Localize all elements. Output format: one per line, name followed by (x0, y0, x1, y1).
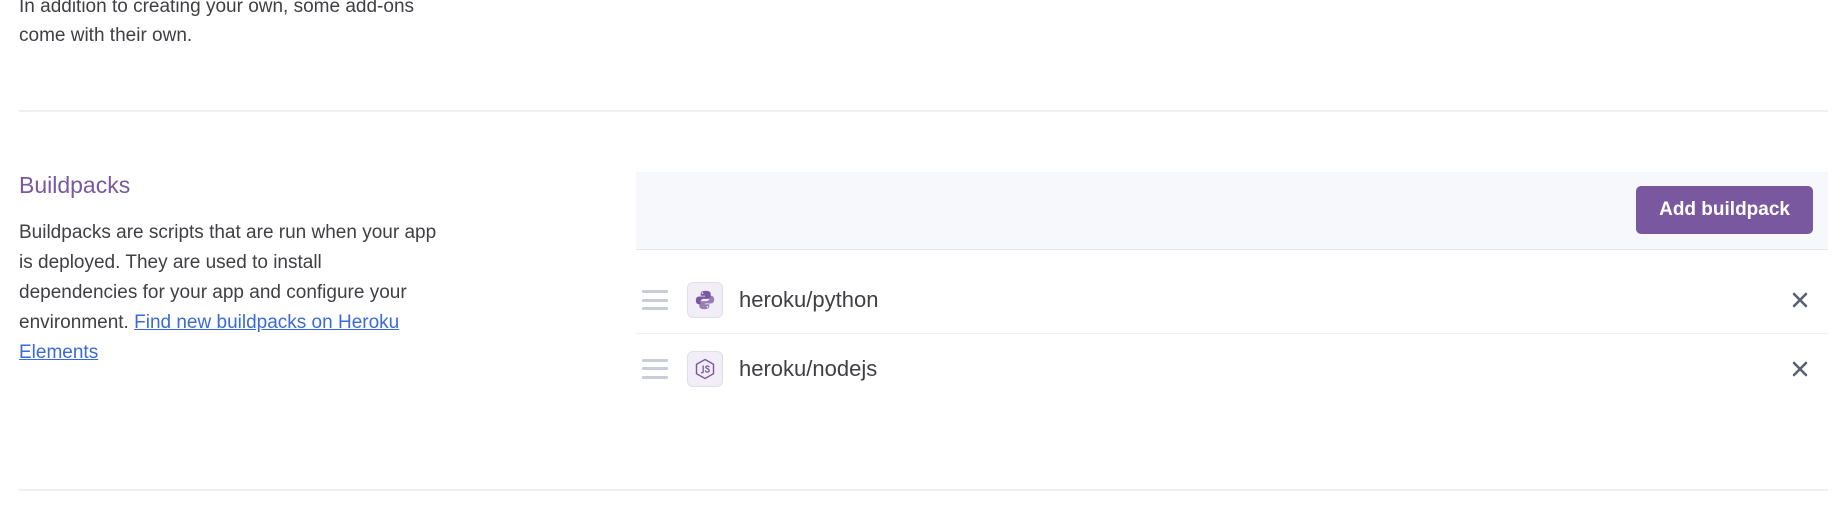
buildpacks-description: Buildpacks are scripts that are run when… (19, 218, 444, 368)
remove-buildpack-close-icon[interactable] (1788, 288, 1812, 312)
buildpack-name: heroku/nodejs (739, 355, 878, 381)
drag-handle-icon[interactable] (642, 290, 668, 310)
buildpacks-title: Buildpacks (19, 172, 131, 198)
add-buildpack-button[interactable]: Add buildpack (1636, 186, 1813, 234)
buildpack-row-nodejs: heroku/nodejs (636, 335, 1828, 402)
nodejs-icon (687, 350, 723, 387)
drag-handle-icon[interactable] (642, 358, 668, 379)
section-divider (19, 110, 1828, 112)
previous-section-description: In addition to creating your own, some a… (19, 0, 415, 46)
buildpacks-panel-header: Add buildpack (636, 172, 1828, 250)
section-divider (19, 489, 1828, 491)
remove-buildpack-close-icon[interactable] (1788, 357, 1812, 381)
buildpack-row-python: heroku/python (636, 267, 1828, 334)
buildpack-name: heroku/python (739, 287, 879, 312)
python-icon (687, 282, 723, 318)
settings-page: In addition to creating your own, some a… (0, 0, 1848, 523)
